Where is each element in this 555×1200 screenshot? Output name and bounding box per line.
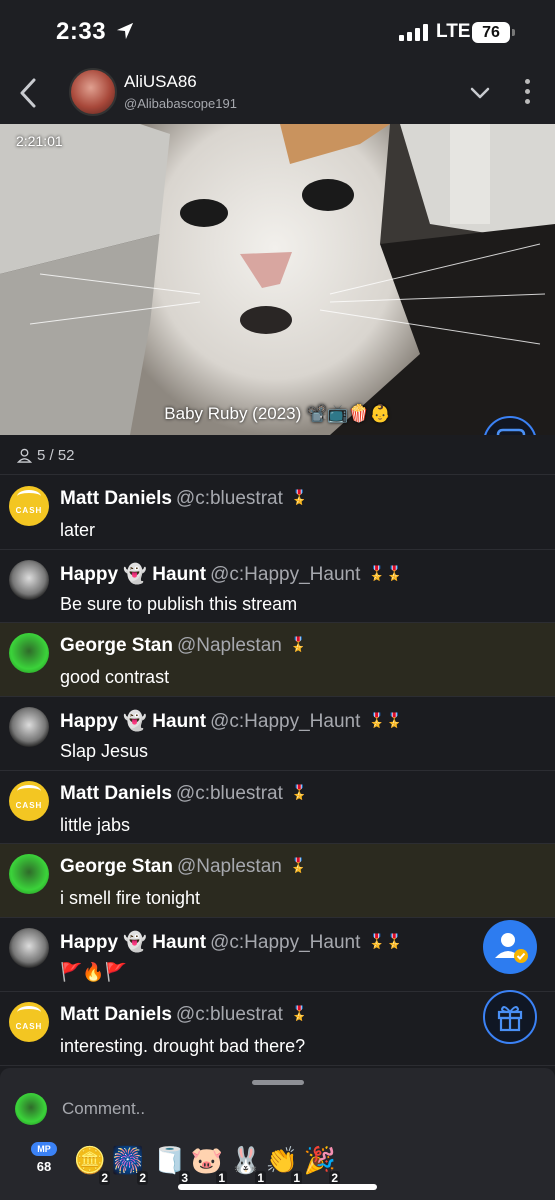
sheet-grabber[interactable] — [252, 1080, 304, 1085]
chat-message[interactable]: Happy 👻 Haunt @c:Happy_Haunt 🎖️🎖️ 🚩🔥🚩 — [0, 918, 555, 992]
gift-count: 2 — [329, 1171, 340, 1185]
cat-video-frame — [0, 124, 555, 435]
comment-sheet: 🪙2🎆2🧻3🐷1🐰1👏1🎉2 — [0, 1068, 555, 1200]
message-text: little jabs — [60, 814, 131, 835]
broadcast-header: AliUSA86 @Alibabascope191 — [0, 62, 555, 124]
rank-badge-icon: 🎖️🎖️ — [368, 712, 404, 729]
gift-item[interactable]: 🐰 1 — [226, 1143, 266, 1185]
message-text: Be sure to publish this stream — [60, 593, 298, 614]
user-handle: @c:Happy_Haunt — [210, 932, 361, 954]
user-name[interactable]: Happy 👻 Haunt — [60, 711, 206, 732]
user-handle: @Naplestan — [176, 635, 282, 657]
chat-message[interactable]: Matt Daniels@c:bluestrat 🎖️ later — [0, 476, 555, 550]
user-avatar[interactable] — [9, 486, 49, 526]
points-label: MP — [31, 1142, 57, 1156]
message-header: Matt Daniels @c:bluestrat 🎖️ — [60, 1004, 308, 1026]
user-handle: @Naplestan — [176, 856, 282, 878]
chevron-down-icon[interactable] — [469, 82, 491, 104]
user-handle: @c:Happy_Haunt — [210, 711, 361, 733]
chat-message[interactable]: Matt Daniels@c:bluestrat 🎖️ interesting. d… — [0, 991, 555, 1066]
rank-badge-icon: 🎖️🎖️ — [368, 933, 404, 950]
user-handle: @c:Happy_Haunt — [210, 563, 361, 585]
points-value: 68 — [36, 1159, 52, 1174]
user-name[interactable]: Matt Daniels — [60, 783, 172, 804]
message-header: George Stan @Naplestan 🎖️ — [60, 635, 307, 657]
network-type: LTE — [436, 21, 471, 42]
viewer-count-bar: 5 / 52 — [0, 435, 555, 475]
status-time: 2:33 — [56, 18, 107, 45]
chat-message[interactable]: George Stan @Naplestan 🎖️ i smell fire toni… — [0, 844, 555, 919]
gift-tray: 🪙 2 🎆 2 🧻 3 🐷 1 🐰 1 👏 1 🎉 2 — [0, 1143, 555, 1185]
user-name[interactable]: Matt Daniels — [60, 1004, 172, 1025]
user-avatar[interactable] — [9, 854, 49, 895]
user-avatar[interactable] — [9, 1001, 49, 1042]
stream-title: Baby Ruby (2023) 📽️📺🍿👶 — [164, 404, 391, 423]
message-text: good contrast — [60, 667, 170, 688]
rank-badge-icon: 🎖️ — [290, 1004, 309, 1021]
gift-item[interactable]: 🧻 3 — [150, 1143, 190, 1185]
user-name[interactable]: George Stan — [60, 856, 173, 877]
user-avatar[interactable] — [9, 780, 49, 821]
points-balance[interactable]: MP 68 — [28, 1142, 60, 1176]
gift-item[interactable]: 🐷 1 — [187, 1143, 227, 1185]
host-avatar[interactable] — [69, 68, 117, 116]
back-chevron-icon[interactable] — [14, 76, 44, 110]
user-avatar[interactable] — [9, 928, 49, 969]
home-indicator[interactable] — [178, 1184, 377, 1190]
battery-icon: 76 — [472, 22, 515, 43]
message-text: Slap Jesus — [60, 741, 149, 762]
follow-user-button[interactable] — [483, 920, 537, 974]
user-name[interactable]: Happy 👻 Haunt — [60, 932, 206, 953]
status-bar: 2:33 LTE 76 — [0, 0, 555, 62]
rank-badge-icon: 🎖️ — [289, 636, 308, 653]
stream-timer: 2:21:01 — [16, 133, 63, 149]
person-icon — [17, 448, 32, 463]
rank-badge-icon: 🎖️ — [290, 489, 309, 505]
user-name[interactable]: Matt Daniels — [60, 488, 172, 509]
user-handle: @c:bluestrat — [175, 1003, 283, 1025]
chat-message[interactable]: Happy 👻 Haunt @c:Happy_Haunt 🎖️🎖️ Be sure t… — [0, 549, 555, 624]
message-header: Matt Daniels @c:bluestrat 🎖️ — [60, 783, 308, 805]
message-text: interesting. drought bad there? — [60, 1035, 306, 1056]
rank-badge-icon: 🎖️🎖️ — [368, 564, 404, 581]
user-handle: @c:bluestrat — [175, 488, 283, 509]
user-name[interactable]: Happy 👻 Haunt — [60, 564, 206, 585]
gift-item[interactable]: 🪙 2 — [70, 1143, 110, 1185]
user-avatar[interactable] — [9, 559, 49, 600]
chat-list[interactable]: Matt Daniels@c:bluestrat🎖️laterHappy 👻 H… — [0, 476, 555, 1066]
message-header: Happy 👻 Haunt @c:Happy_Haunt 🎖️🎖️ — [60, 709, 403, 733]
message-header: George Stan @Naplestan 🎖️ — [60, 856, 307, 878]
rank-badge-icon: 🎖️ — [289, 857, 308, 874]
gift-button[interactable] — [483, 990, 537, 1044]
message-text: later — [60, 520, 96, 540]
rank-badge-icon: 🎖️ — [290, 783, 309, 800]
gift-item[interactable]: 🎆 2 — [108, 1143, 148, 1185]
host-name[interactable]: AliUSA86 — [124, 72, 197, 92]
message-header: Matt Daniels @c:bluestrat 🎖️ — [60, 488, 308, 510]
gift-icon — [497, 1006, 523, 1032]
cellular-signal-icon — [399, 24, 428, 41]
video-player[interactable]: 2:21:01 Baby Ruby (2023) 📽️📺🍿👶 — [0, 124, 555, 435]
message-text: 🚩🔥🚩 — [60, 962, 128, 983]
chat-message[interactable]: George Stan @Naplestan 🎖️ good contrast — [0, 623, 555, 698]
gift-item[interactable]: 👏 1 — [262, 1143, 302, 1185]
message-header: Happy 👻 Haunt @c:Happy_Haunt 🎖️🎖️ — [60, 930, 403, 954]
chat-message[interactable]: Matt Daniels@c:bluestrat 🎖️ little jabs — [0, 770, 555, 845]
message-text: i smell fire tonight — [60, 888, 201, 909]
more-options-icon[interactable] — [524, 79, 532, 107]
chat-message[interactable]: Happy 👻 Haunt @c:Happy_Haunt 🎖️🎖️ Slap Jesu… — [0, 697, 555, 771]
gift-count: 2 — [137, 1171, 148, 1185]
message-header: Happy 👻 Haunt @c:Happy_Haunt 🎖️🎖️ — [60, 562, 403, 586]
location-arrow-icon — [116, 22, 134, 40]
gift-item[interactable]: 🎉 2 — [300, 1143, 340, 1185]
user-handle: @c:bluestrat — [175, 782, 283, 804]
user-avatar[interactable] — [9, 707, 49, 748]
host-handle: @Alibabascope191 — [124, 96, 237, 111]
user-name[interactable]: George Stan — [60, 635, 173, 656]
viewer-count: 5 / 52 — [37, 447, 75, 464]
my-avatar — [15, 1093, 47, 1125]
comment-input[interactable] — [62, 1096, 462, 1122]
user-avatar[interactable] — [9, 633, 49, 674]
user-check-icon — [495, 933, 528, 963]
